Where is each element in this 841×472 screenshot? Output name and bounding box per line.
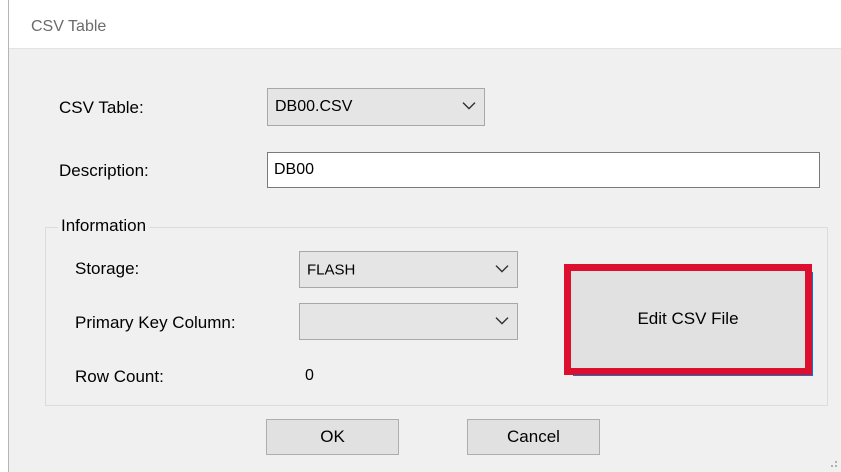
storage-label: Storage:	[75, 259, 140, 278]
csv-table-label: CSV Table:	[59, 98, 144, 117]
chevron-down-icon	[462, 102, 476, 110]
csv-table-value: DB00.CSV	[275, 98, 353, 115]
csv-table-dialog: CSV Table CSV Table: DB00.CSV Descriptio…	[8, 0, 841, 472]
description-input[interactable]: DB00	[267, 152, 820, 188]
ok-label: OK	[320, 427, 345, 446]
primary-key-column-label: Primary Key Column:	[75, 313, 236, 332]
chevron-down-icon	[495, 264, 509, 273]
cancel-label: Cancel	[507, 427, 560, 446]
description-value: DB00	[274, 161, 315, 178]
chevron-down-icon	[495, 316, 509, 325]
title-bar[interactable]: CSV Table	[9, 0, 841, 49]
highlight-box	[564, 264, 812, 375]
row-count-value: 0	[305, 367, 314, 384]
storage-dropdown[interactable]: FLASH	[299, 251, 518, 288]
csv-table-dropdown[interactable]: DB00.CSV	[267, 88, 485, 126]
row-count-label: Row Count:	[75, 367, 164, 386]
storage-value: FLASH	[307, 261, 356, 278]
window-title: CSV Table	[31, 18, 107, 35]
information-legend: Information	[58, 216, 150, 236]
ok-button[interactable]: OK	[266, 419, 399, 455]
description-label: Description:	[59, 161, 149, 180]
resize-grip-icon[interactable]	[828, 458, 838, 468]
primary-key-column-dropdown[interactable]	[299, 303, 518, 340]
cancel-button[interactable]: Cancel	[467, 419, 600, 455]
